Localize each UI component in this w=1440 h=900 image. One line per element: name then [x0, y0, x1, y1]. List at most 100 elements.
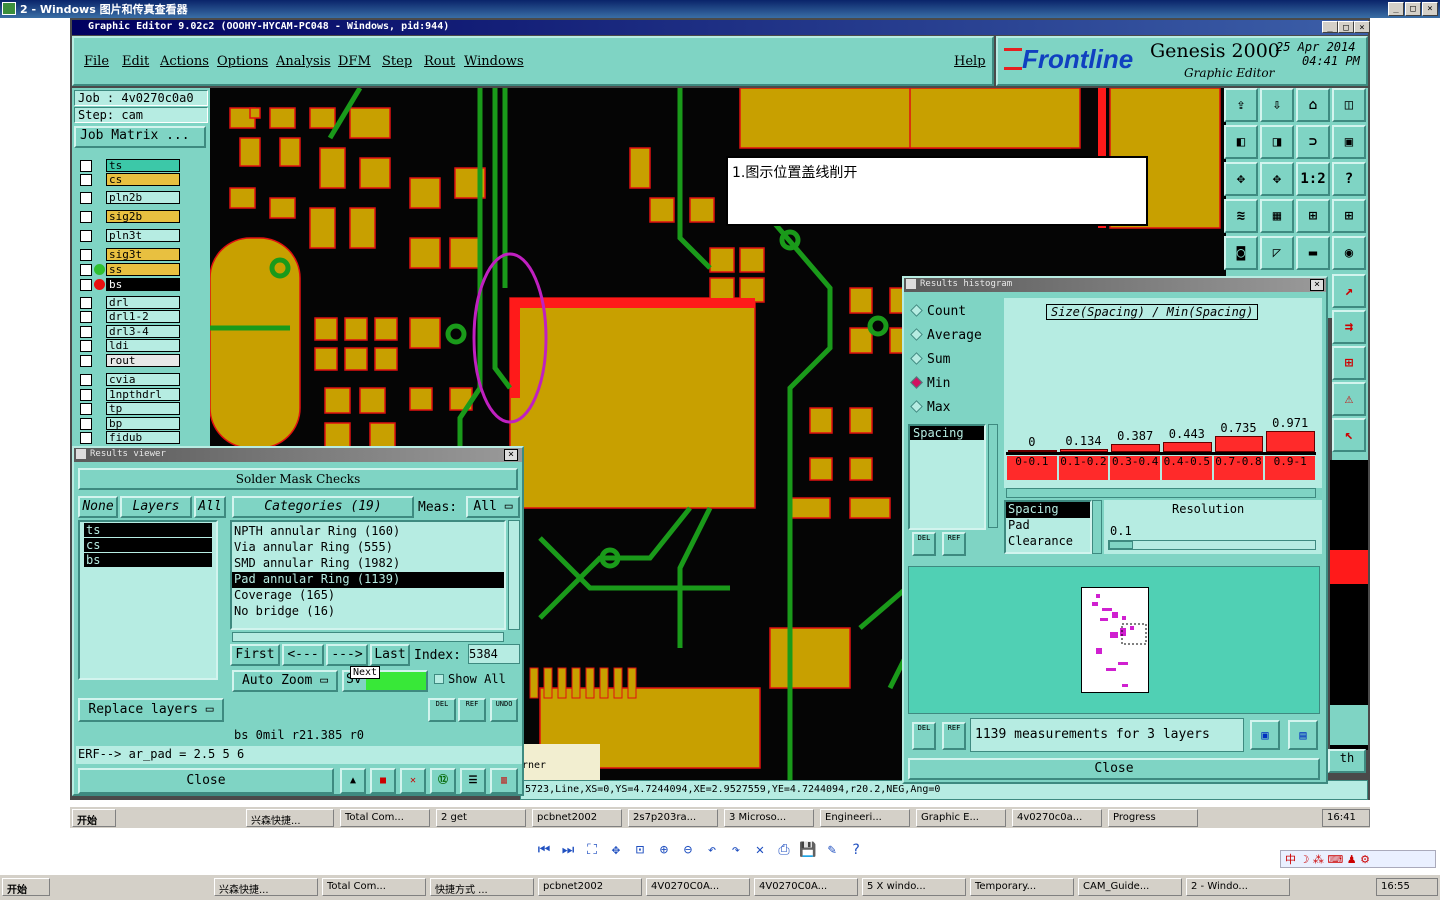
category-item[interactable]: Pad annular Ring (1139)	[232, 572, 504, 588]
connect-icon[interactable]: ↗	[1332, 274, 1366, 308]
inner-task-item[interactable]: Engineeri...	[820, 809, 910, 827]
save-icon[interactable]: 💾	[798, 842, 818, 862]
camera-icon[interactable]: ◙	[1224, 236, 1258, 270]
outer-task-item[interactable]: 2 - Windo...	[1186, 878, 1290, 896]
outer-task-item[interactable]: 4V0270C0A...	[754, 878, 858, 896]
list-icon[interactable]: ☰	[460, 768, 486, 794]
layer-row-drl1-2[interactable]: drl1-2	[76, 310, 182, 324]
layer-checkbox[interactable]	[80, 297, 92, 309]
layer-row-cvia[interactable]: cvia	[76, 373, 182, 387]
left-list-scrollbar[interactable]	[988, 424, 998, 528]
inner-task-item[interactable]: Graphic E...	[916, 809, 1006, 827]
warning-icon[interactable]: ⚠	[1332, 382, 1366, 416]
category-item[interactable]: SMD annular Ring (1982)	[232, 556, 504, 572]
layer-row-pln3t[interactable]: pln3t	[76, 229, 182, 243]
layer-row-sig3t[interactable]: sig3t	[76, 248, 182, 262]
layout-icon[interactable]: ▣	[1332, 125, 1366, 159]
layer-row-ss[interactable]: ss	[76, 263, 182, 277]
category-item[interactable]: NPTH annular Ring (160)	[232, 524, 504, 540]
outer-task-item[interactable]: 兴森快捷...	[214, 878, 318, 896]
measure-type-item[interactable]: Spacing	[1006, 502, 1090, 518]
category-item[interactable]: Coverage (165)	[232, 588, 504, 604]
layer-row-ldi[interactable]: ldi	[76, 339, 182, 353]
layer-row-pln2b[interactable]: pln2b	[76, 191, 182, 205]
layer-row-ts[interactable]: ts	[76, 159, 182, 173]
layer-checkbox[interactable]	[80, 311, 92, 323]
fit-icon[interactable]: ✥	[1224, 162, 1258, 196]
option-count[interactable]: Count	[910, 304, 966, 319]
option-max[interactable]: Max	[910, 400, 950, 415]
inner-task-item[interactable]: pcbnet2002	[532, 809, 622, 827]
help-icon[interactable]: ?	[1332, 162, 1366, 196]
center-icon[interactable]: ✥	[1260, 162, 1294, 196]
layer-checkbox[interactable]	[80, 160, 92, 172]
layers-button[interactable]: Layers	[120, 496, 192, 518]
layer-checkbox[interactable]	[80, 264, 92, 276]
inner-task-item[interactable]: 2 get	[436, 809, 526, 827]
draw-icon[interactable]: ◸	[1260, 236, 1294, 270]
menu-options[interactable]: Options	[217, 54, 268, 69]
layer-checkbox[interactable]	[80, 355, 92, 367]
window-menu-icon[interactable]	[76, 449, 86, 459]
histogram-scrollbar[interactable]	[1006, 488, 1316, 498]
report-icon[interactable]: ■	[370, 768, 396, 794]
layer-checkbox[interactable]	[80, 340, 92, 352]
clear-icon[interactable]: ✕	[400, 768, 426, 794]
rotate-left-icon[interactable]: ↶	[702, 842, 722, 862]
home-icon[interactable]: ⌂	[1296, 88, 1330, 122]
layer-checkbox[interactable]	[80, 389, 92, 401]
board-thumbnail[interactable]	[1081, 587, 1149, 693]
layers-none-button[interactable]: None	[78, 496, 118, 518]
ime-bar[interactable]: 中 ☽ ⁂ ⌨ ♟ ⚙	[1280, 850, 1436, 868]
pan-right-icon[interactable]: ◨	[1260, 125, 1294, 159]
layer-row-cs[interactable]: cs	[76, 173, 182, 187]
layer-checkbox[interactable]	[80, 374, 92, 386]
network-icon[interactable]: ⊞	[1332, 346, 1366, 380]
dist-ref-button[interactable]: REF	[942, 722, 966, 750]
outer-start-button[interactable]: 开始	[2, 878, 50, 896]
layer-checkbox[interactable]	[80, 418, 92, 430]
fit-icon[interactable]: ⛶	[582, 842, 602, 862]
outer-task-item[interactable]: pcbnet2002	[538, 878, 642, 896]
layer-checkbox[interactable]	[80, 249, 92, 261]
ge-maximize-button[interactable]: □	[1338, 21, 1354, 33]
job-matrix-button[interactable]: Job Matrix ...	[74, 126, 206, 148]
layer-row-sig2b[interactable]: sig2b	[76, 210, 182, 224]
measure-icon[interactable]: ⊞	[1296, 199, 1330, 233]
hist-del-button[interactable]: DEL	[912, 532, 936, 556]
flag-icon[interactable]: ▲	[340, 768, 366, 794]
snap-icon[interactable]: ⊃	[1296, 125, 1330, 159]
menu-edit[interactable]: Edit	[122, 54, 149, 69]
replace-layers-select[interactable]: Replace layers ▭	[78, 698, 224, 722]
measure2-icon[interactable]: ⊞	[1332, 199, 1366, 233]
menu-analysis[interactable]: Analysis	[276, 54, 331, 69]
layer-list[interactable]: ts cs bs	[78, 520, 218, 680]
menu-step[interactable]: Step	[382, 54, 412, 69]
menu-help[interactable]: Help	[954, 54, 986, 69]
menu-actions[interactable]: Actions	[160, 54, 209, 69]
outer-task-item[interactable]: Total Com...	[322, 878, 426, 896]
inner-start-button[interactable]: 开始	[72, 809, 116, 827]
edit-icon[interactable]: ✎	[822, 842, 842, 862]
hist-ref-button[interactable]: REF	[942, 532, 966, 556]
target-icon[interactable]: ◉	[1332, 236, 1366, 270]
menu-file[interactable]: File	[84, 54, 109, 69]
show-all-checkbox[interactable]	[434, 674, 444, 684]
layer-row-tp[interactable]: tp	[76, 402, 182, 416]
layer-row-rout[interactable]: rout	[76, 354, 182, 368]
undo-button[interactable]: UNDO	[490, 698, 518, 722]
layers-all-button[interactable]: All	[194, 496, 226, 518]
measure-type-item[interactable]: Pad	[1006, 518, 1090, 534]
outer-task-item[interactable]: CAM_Guide...	[1078, 878, 1182, 896]
pan-left-icon[interactable]: ◧	[1224, 125, 1258, 159]
left-measure-list[interactable]: Spacing	[908, 424, 986, 530]
menu-dfm[interactable]: DFM	[338, 54, 371, 69]
layer-row-bp[interactable]: bp	[76, 417, 182, 431]
categories-button[interactable]: Categories (19)	[232, 496, 414, 518]
slideshow-icon[interactable]: ⊡	[630, 842, 650, 862]
inner-task-item[interactable]: 兴森快捷...	[246, 809, 334, 827]
actual-size-icon[interactable]: ✥	[606, 842, 626, 862]
outer-task-item[interactable]: 5 X windo...	[862, 878, 966, 896]
inner-task-item[interactable]: 3 Microso...	[724, 809, 814, 827]
layer-checkbox[interactable]	[80, 279, 92, 291]
